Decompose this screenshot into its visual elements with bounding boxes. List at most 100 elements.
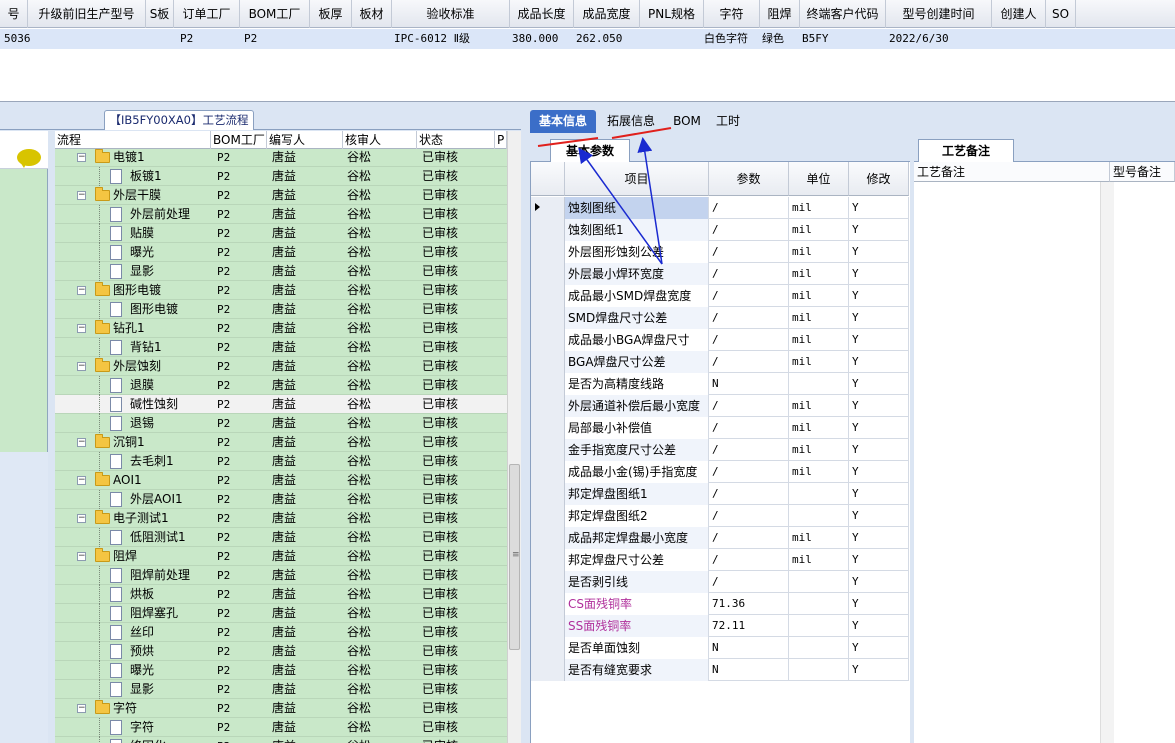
tree-row[interactable]: 贴膜 P2 唐益 谷松 已审核 <box>55 224 507 243</box>
column-header[interactable]: 板材 <box>352 0 392 28</box>
column-header[interactable]: 终端客户代码 <box>800 0 886 28</box>
param-value[interactable]: N <box>709 373 789 395</box>
tree-row[interactable]: 低阻测试1 P2 唐益 谷松 已审核 <box>55 528 507 547</box>
param-value[interactable]: / <box>709 505 789 527</box>
param-value[interactable]: / <box>709 351 789 373</box>
tree-row[interactable]: 板镀1 P2 唐益 谷松 已审核 <box>55 167 507 186</box>
param-modify[interactable]: Y <box>849 549 909 571</box>
tree-row[interactable]: 显影 P2 唐益 谷松 已审核 <box>55 262 507 281</box>
tree-row[interactable]: 预烘 P2 唐益 谷松 已审核 <box>55 642 507 661</box>
param-value[interactable]: / <box>709 241 789 263</box>
column-header[interactable]: 阻焊 <box>760 0 800 28</box>
param-modify[interactable]: Y <box>849 241 909 263</box>
tree-row[interactable]: − 电镀1 P2 唐益 谷松 已审核 <box>55 148 507 167</box>
param-row[interactable]: 是否单面蚀刻 N Y <box>531 637 909 659</box>
tree-row[interactable]: − 沉铜1 P2 唐益 谷松 已审核 <box>55 433 507 452</box>
collapse-icon[interactable]: − <box>77 191 86 200</box>
param-row[interactable]: 邦定焊盘尺寸公差 / mil Y <box>531 549 909 571</box>
param-row[interactable]: SS面残铜率 72.11 Y <box>531 615 909 637</box>
tree-row[interactable]: 阻焊塞孔 P2 唐益 谷松 已审核 <box>55 604 507 623</box>
collapse-icon[interactable]: − <box>77 704 86 713</box>
param-row[interactable]: 成品最小SMD焊盘宽度 / mil Y <box>531 285 909 307</box>
param-modify[interactable]: Y <box>849 483 909 505</box>
tree-row[interactable]: 外层AOI1 P2 唐益 谷松 已审核 <box>55 490 507 509</box>
param-value[interactable]: / <box>709 395 789 417</box>
param-modify[interactable]: Y <box>849 461 909 483</box>
param-column-header[interactable]: 修改 <box>849 162 909 196</box>
param-value[interactable]: N <box>709 637 789 659</box>
tree-row[interactable]: 阻焊前处理 P2 唐益 谷松 已审核 <box>55 566 507 585</box>
chat-bubble-icon[interactable] <box>17 149 41 168</box>
column-header[interactable]: 验收标准 <box>392 0 510 28</box>
collapse-icon[interactable]: − <box>77 362 86 371</box>
collapse-icon[interactable]: − <box>77 438 86 447</box>
tab-0[interactable]: 基本信息 <box>530 110 596 133</box>
param-row[interactable]: 邦定焊盘图纸1/ Y <box>531 483 909 505</box>
param-value[interactable]: / <box>709 219 789 241</box>
column-header[interactable]: S板 <box>146 0 174 28</box>
column-header[interactable]: 型号创建时间 <box>886 0 992 28</box>
param-value[interactable]: 71.36 <box>709 593 789 615</box>
center-splitter[interactable] <box>521 102 530 743</box>
param-modify[interactable]: Y <box>849 417 909 439</box>
param-row[interactable]: 是否剥引线 / Y <box>531 571 909 593</box>
tree-row[interactable]: − AOI1 P2 唐益 谷松 已审核 <box>55 471 507 490</box>
param-modify[interactable]: Y <box>849 439 909 461</box>
param-value[interactable]: / <box>709 461 789 483</box>
param-row[interactable]: 蚀刻图纸 / mil Y <box>531 197 909 219</box>
tab-2[interactable]: BOM <box>670 110 704 133</box>
collapse-icon[interactable]: − <box>77 286 86 295</box>
tab-basic-params[interactable]: 基本参数 <box>550 139 630 162</box>
param-modify[interactable]: Y <box>849 263 909 285</box>
column-header[interactable]: 订单工厂 <box>174 0 240 28</box>
param-value[interactable]: / <box>709 527 789 549</box>
param-column-header[interactable]: 参数 <box>709 162 789 196</box>
param-value[interactable]: N <box>709 659 789 681</box>
column-header[interactable]: 成品宽度 <box>574 0 640 28</box>
tree-scrollbar[interactable]: ≡ <box>507 131 521 743</box>
param-modify[interactable]: Y <box>849 527 909 549</box>
param-row[interactable]: 外层最小焊环宽度 / mil Y <box>531 263 909 285</box>
param-modify[interactable]: Y <box>849 307 909 329</box>
column-header[interactable]: 升级前旧生产型号 <box>28 0 146 28</box>
notes-col-model[interactable]: 型号备注 <box>1110 162 1175 182</box>
param-row[interactable]: SMD焊盘尺寸公差 / mil Y <box>531 307 909 329</box>
tab-process-flow[interactable]: 【IB5FY00XA0】工艺流程 <box>104 110 254 130</box>
param-modify[interactable]: Y <box>849 615 909 637</box>
param-value[interactable]: / <box>709 483 789 505</box>
param-modify[interactable]: Y <box>849 637 909 659</box>
tab-1[interactable]: 拓展信息 <box>600 110 662 133</box>
scrollbar-thumb[interactable]: ≡ <box>509 464 520 650</box>
collapse-icon[interactable]: − <box>77 324 86 333</box>
param-row[interactable]: 是否为高精度线路 N Y <box>531 373 909 395</box>
tree-row[interactable]: 烘板 P2 唐益 谷松 已审核 <box>55 585 507 604</box>
param-row[interactable]: 蚀刻图纸1/mil Y <box>531 219 909 241</box>
column-header[interactable]: 创建人 <box>992 0 1046 28</box>
param-modify[interactable]: Y <box>849 373 909 395</box>
tree-row[interactable]: 背钻1 P2 唐益 谷松 已审核 <box>55 338 507 357</box>
tree-row[interactable]: − 钻孔1 P2 唐益 谷松 已审核 <box>55 319 507 338</box>
param-row[interactable]: 局部最小补偿值 / mil Y <box>531 417 909 439</box>
tree-column-header[interactable]: 流程 <box>55 131 211 149</box>
param-row[interactable]: 成品最小BGA焊盘尺寸 / mil Y <box>531 329 909 351</box>
column-header[interactable]: 板厚 <box>310 0 352 28</box>
column-header[interactable]: BOM工厂 <box>240 0 310 28</box>
tree-row[interactable]: 退锡 P2 唐益 谷松 已审核 <box>55 414 507 433</box>
tree-row[interactable]: 显影 P2 唐益 谷松 已审核 <box>55 680 507 699</box>
param-modify[interactable]: Y <box>849 285 909 307</box>
tree-row[interactable]: 字符 P2 唐益 谷松 已审核 <box>55 718 507 737</box>
collapse-icon[interactable]: − <box>77 153 86 162</box>
collapse-icon[interactable]: − <box>77 476 86 485</box>
tree-row[interactable]: − 外层蚀刻 P2 唐益 谷松 已审核 <box>55 357 507 376</box>
column-header[interactable]: 号 <box>0 0 28 28</box>
param-column-header[interactable]: 单位 <box>789 162 849 196</box>
tree-column-header[interactable]: 核审人 <box>343 131 417 149</box>
tree-row[interactable]: 碱性蚀刻 P2 唐益 谷松 已审核 <box>55 395 507 414</box>
param-value[interactable]: / <box>709 197 789 219</box>
tree-column-header[interactable]: 编写人 <box>267 131 343 149</box>
tree-row[interactable]: − 图形电镀 P2 唐益 谷松 已审核 <box>55 281 507 300</box>
tree-row[interactable]: 图形电镀 P2 唐益 谷松 已审核 <box>55 300 507 319</box>
tree-row[interactable]: − 电子测试1 P2 唐益 谷松 已审核 <box>55 509 507 528</box>
param-value[interactable]: / <box>709 549 789 571</box>
tree-row[interactable]: 曝光 P2 唐益 谷松 已审核 <box>55 243 507 262</box>
